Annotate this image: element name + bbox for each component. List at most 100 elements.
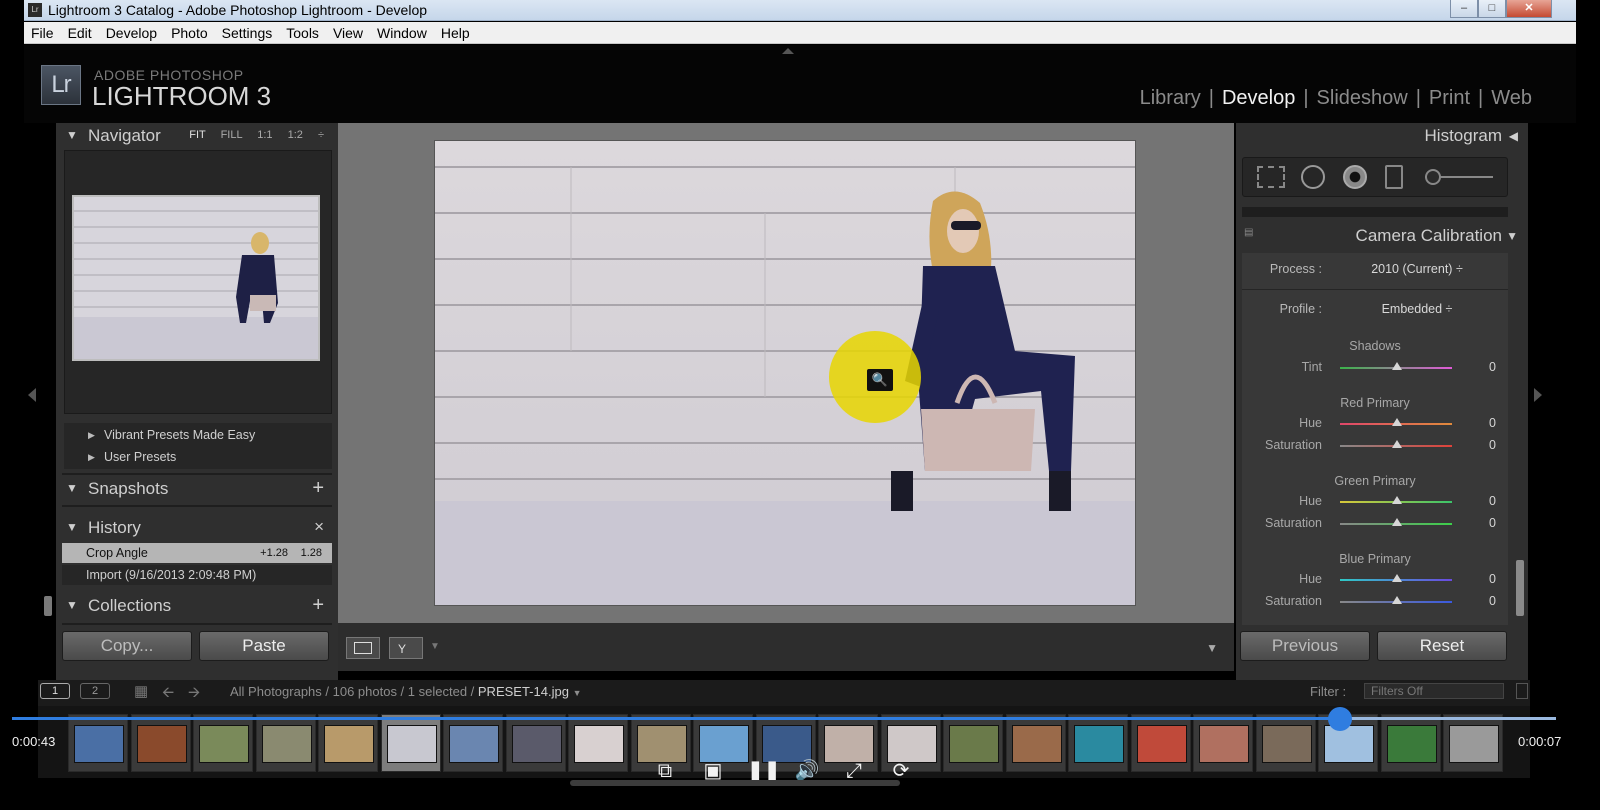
maximize-button[interactable]: □ [1478, 0, 1506, 18]
collections-header[interactable]: ▼ Collections + [56, 593, 338, 619]
module-slideshow[interactable]: Slideshow [1317, 87, 1408, 109]
filmstrip-thumbnail[interactable] [943, 714, 1003, 772]
red-saturation-slider[interactable]: Saturation 0 [1242, 437, 1508, 455]
screen-1-tab[interactable]: 1 [40, 683, 70, 699]
filmstrip-scrollbar[interactable] [570, 780, 900, 786]
zoom-fill[interactable]: FILL [221, 129, 243, 141]
menu-window[interactable]: Window [370, 22, 434, 41]
toolbar-menu-icon[interactable]: ▼ [1206, 641, 1218, 655]
filmstrip-thumbnail[interactable] [1380, 714, 1441, 772]
filmstrip-source[interactable]: All Photographs / 106 photos / 1 selecte… [230, 684, 581, 699]
menu-tools[interactable]: Tools [279, 22, 326, 41]
preset-folder[interactable]: ▶ User Presets [64, 445, 332, 467]
histogram-collapse-icon[interactable]: ◀ [1509, 129, 1518, 143]
navigator-thumbnail[interactable] [72, 195, 320, 361]
screen-2-tab[interactable]: 2 [80, 683, 110, 699]
menu-help[interactable]: Help [434, 22, 477, 41]
module-web[interactable]: Web [1491, 87, 1532, 109]
filmstrip-thumbnail[interactable] [1068, 714, 1128, 772]
filmstrip-thumbnail[interactable] [1255, 714, 1316, 772]
clear-history-icon[interactable]: × [314, 517, 324, 537]
reset-button[interactable]: Reset [1377, 631, 1507, 661]
main-photo[interactable]: 🔍 [434, 140, 1136, 606]
right-panel-scrollbar[interactable] [1516, 560, 1524, 616]
filmstrip-thumbnail[interactable] [443, 714, 503, 772]
back-arrow-icon[interactable]: 🡨 [162, 682, 174, 707]
blue-hue-slider[interactable]: Hue 0 [1242, 571, 1508, 589]
filter-select[interactable]: Filters Off [1364, 683, 1504, 699]
minimize-button[interactable]: – [1450, 0, 1478, 18]
filmstrip-thumbnail[interactable] [1005, 714, 1066, 772]
crop-tool-icon[interactable] [1257, 166, 1285, 188]
panel-handle-icon[interactable]: ▤ [1244, 227, 1253, 238]
menu-develop[interactable]: Develop [99, 22, 164, 41]
green-hue-slider[interactable]: Hue 0 [1242, 493, 1508, 511]
snapshots-header[interactable]: ▼ Snapshots + [56, 476, 338, 502]
video-scrubber-knob[interactable] [1327, 707, 1352, 731]
red-eye-icon[interactable] [1343, 165, 1367, 189]
view-options-dropdown-icon[interactable]: ▼ [430, 641, 440, 652]
collapse-top-icon[interactable] [782, 48, 794, 54]
process-select[interactable]: 2010 (Current) ÷ [1342, 262, 1492, 276]
navigator-header[interactable]: ▼ Navigator FIT FILL 1:1 1:2 ÷ [56, 123, 338, 149]
shadows-tint-slider[interactable]: Tint 0 [1242, 359, 1508, 377]
right-panel-toggle-icon[interactable] [1534, 388, 1542, 402]
module-print[interactable]: Print [1429, 87, 1470, 109]
close-button[interactable]: ✕ [1506, 0, 1552, 18]
slider-knob[interactable] [1392, 362, 1402, 370]
camera-calibration-title[interactable]: Camera Calibration [1356, 226, 1502, 246]
history-item[interactable]: Crop Angle +1.28 1.28 [62, 543, 332, 563]
video-progress-bar[interactable] [12, 717, 1340, 720]
filmstrip-thumbnail[interactable] [68, 714, 128, 772]
left-panel-scrollbar[interactable] [44, 596, 52, 616]
history-item[interactable]: Import (9/16/2013 2:09:48 PM) [62, 565, 332, 585]
history-header[interactable]: ▼ History × [56, 515, 338, 541]
profile-select[interactable]: Embedded ÷ [1342, 302, 1492, 316]
slider-knob[interactable] [1392, 518, 1402, 526]
calibration-collapse-icon[interactable]: ▼ [1506, 229, 1518, 243]
previous-button[interactable]: Previous [1240, 631, 1370, 661]
filmstrip-thumbnail[interactable] [380, 714, 441, 772]
preset-folder[interactable]: ▶ Vibrant Presets Made Easy [64, 423, 332, 445]
add-collection-icon[interactable]: + [312, 594, 324, 617]
zoom-1-1[interactable]: 1:1 [257, 129, 272, 141]
green-saturation-slider[interactable]: Saturation 0 [1242, 515, 1508, 533]
zoom-fit[interactable]: FIT [189, 129, 205, 141]
filmstrip-thumbnail[interactable] [1130, 714, 1191, 772]
slider-knob[interactable] [1392, 496, 1402, 504]
video-progress-remaining[interactable] [1339, 717, 1556, 720]
blue-saturation-slider[interactable]: Saturation 0 [1242, 593, 1508, 611]
menu-view[interactable]: View [326, 22, 370, 41]
filmstrip-thumbnail[interactable] [505, 714, 566, 772]
copy-settings-button[interactable]: Copy... [62, 631, 192, 661]
filmstrip-thumbnail[interactable] [255, 714, 316, 772]
red-hue-slider[interactable]: Hue 0 [1242, 415, 1508, 433]
profile-row[interactable]: Profile : Embedded ÷ [1242, 299, 1508, 321]
filmstrip-thumbnail[interactable] [130, 714, 191, 772]
add-snapshot-icon[interactable]: + [312, 477, 324, 500]
slider-knob[interactable] [1392, 440, 1402, 448]
left-panel-toggle-icon[interactable] [28, 388, 36, 402]
slider-knob[interactable] [1392, 418, 1402, 426]
menu-settings[interactable]: Settings [215, 22, 280, 41]
zoom-1-2[interactable]: 1:2 [288, 129, 303, 141]
menu-file[interactable]: File [24, 22, 61, 41]
module-develop[interactable]: Develop [1222, 87, 1295, 109]
slider-knob[interactable] [1392, 596, 1402, 604]
loupe-view-icon[interactable] [346, 637, 380, 659]
slider-knob[interactable] [1392, 574, 1402, 582]
filmstrip-thumbnail[interactable] [1443, 714, 1503, 772]
adjustment-brush-icon[interactable] [1425, 169, 1493, 185]
image-canvas[interactable]: 🔍 [338, 123, 1234, 623]
process-row[interactable]: Process : 2010 (Current) ÷ [1242, 259, 1508, 281]
filter-lock-icon[interactable] [1516, 683, 1528, 699]
filmstrip-thumbnail[interactable] [568, 714, 628, 772]
menu-photo[interactable]: Photo [164, 22, 215, 41]
forward-arrow-icon[interactable]: 🡪 [188, 682, 200, 707]
before-after-icon[interactable]: Y [389, 637, 423, 659]
spot-removal-icon[interactable] [1301, 165, 1325, 189]
graduated-filter-icon[interactable] [1385, 165, 1403, 189]
module-library[interactable]: Library [1140, 87, 1201, 109]
paste-settings-button[interactable]: Paste [199, 631, 329, 661]
filmstrip-thumbnail[interactable] [1193, 714, 1253, 772]
